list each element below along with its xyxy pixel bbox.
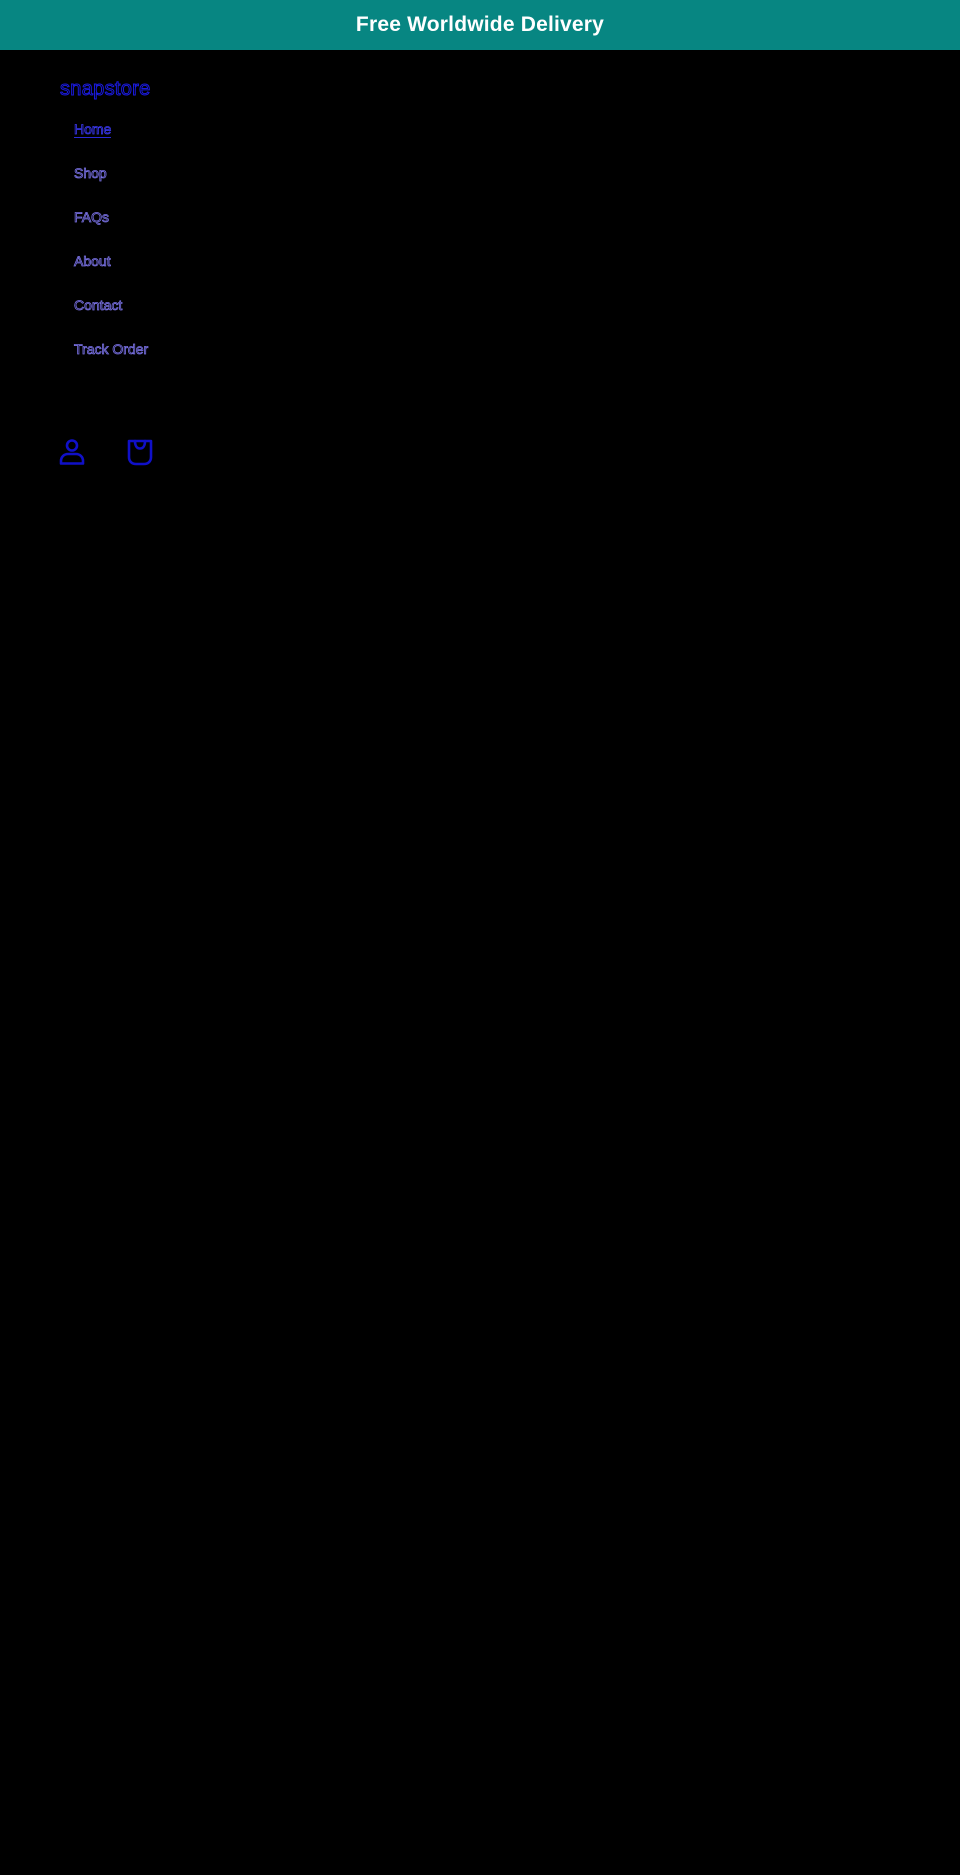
announcement-bar: Free Worldwide Delivery [0, 0, 960, 50]
account-button[interactable] [57, 437, 87, 467]
nav-item-label: Contact [74, 297, 123, 314]
nav-item-label: Track Order [74, 341, 149, 358]
store-logo-link[interactable]: snapstore [60, 78, 151, 101]
nav-item-faqs[interactable]: FAQs [74, 206, 148, 250]
nav-item-shop[interactable]: Shop [74, 162, 148, 206]
nav-item-label: FAQs [74, 209, 110, 226]
cart-button[interactable] [125, 437, 155, 467]
nav-item-label: Shop [74, 165, 107, 182]
shopping-bag-icon [127, 439, 153, 466]
nav-item-contact[interactable]: Contact [74, 294, 148, 338]
nav-item-home[interactable]: Home [74, 118, 148, 162]
user-icon [59, 439, 85, 465]
main-navigation: Home Shop FAQs About Contact Track Order [74, 118, 149, 382]
nav-item-track-order[interactable]: Track Order [74, 338, 149, 382]
nav-item-label: Home [74, 121, 112, 138]
announcement-text: Free Worldwide Delivery [355, 13, 605, 36]
nav-item-label: About [74, 253, 111, 270]
nav-item-about[interactable]: About [74, 250, 148, 294]
